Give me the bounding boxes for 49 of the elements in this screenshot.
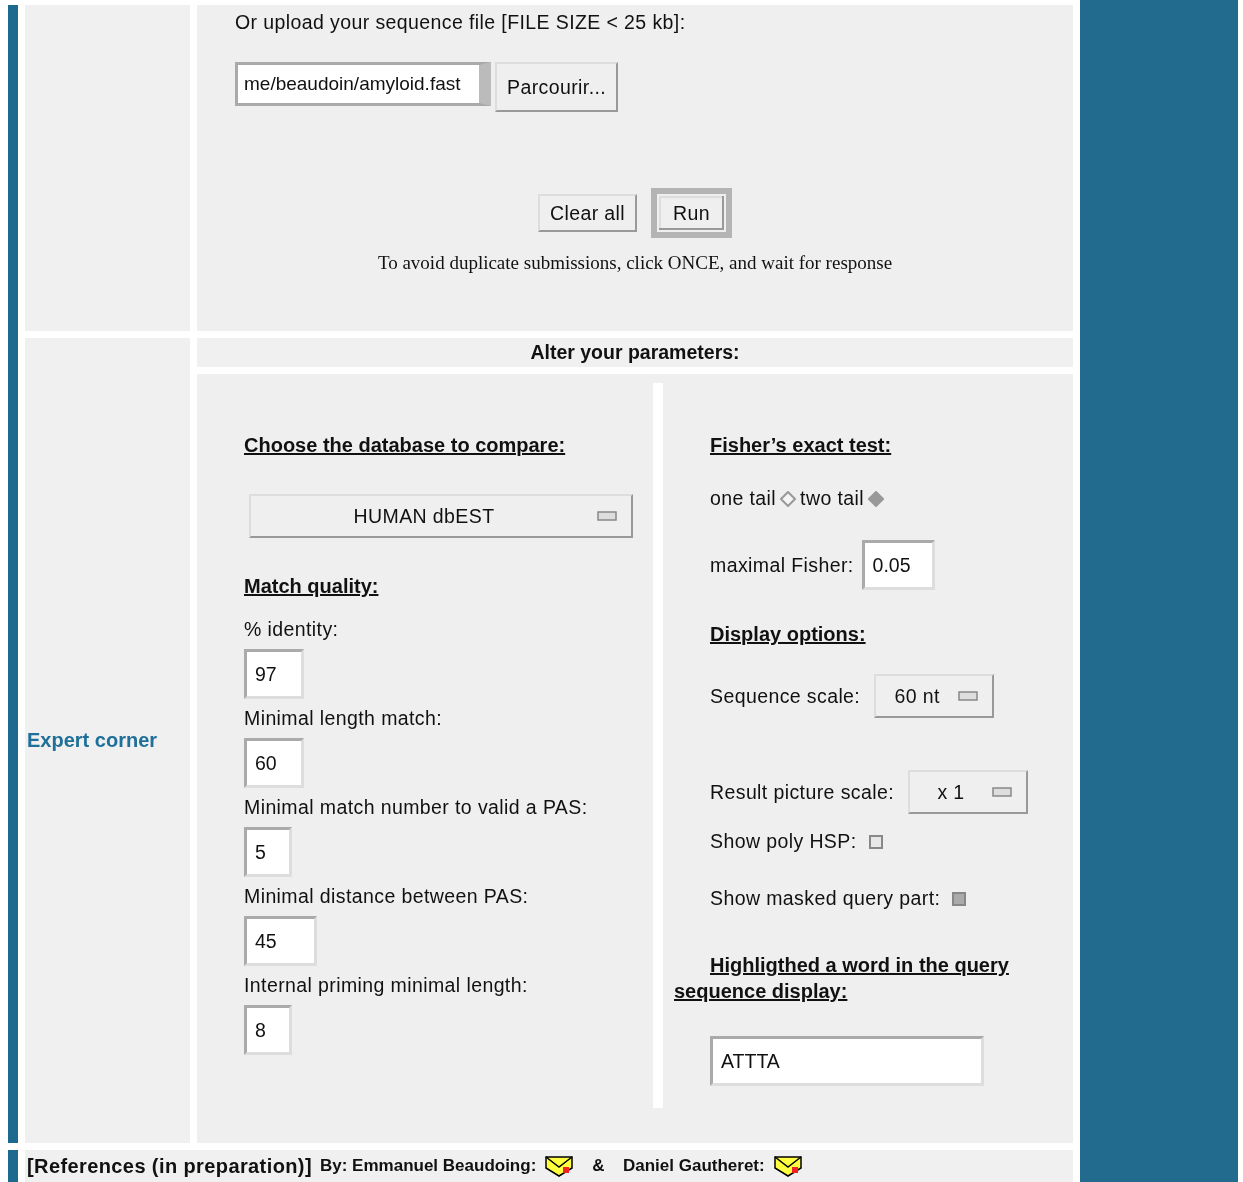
file-path-field[interactable]: me/beaudoin/amyloid.fast xyxy=(235,62,491,106)
author-name: Daniel Gautheret: xyxy=(623,1156,765,1176)
section-heading: Display options: xyxy=(710,623,866,646)
radio-button[interactable] xyxy=(868,490,884,507)
section-heading: Highligthed a word in the query sequence display: xyxy=(674,953,1010,1004)
action-button[interactable]: Run xyxy=(651,188,733,238)
word-field[interactable]: ATTTA xyxy=(710,1036,984,1086)
field-label: Minimal distance between PAS: xyxy=(244,885,529,908)
database-select[interactable]: HUMAN dbEST xyxy=(249,494,633,538)
number-field[interactable]: 8 xyxy=(244,1005,292,1055)
section-heading: Choose the database to compare: xyxy=(244,434,566,457)
author-name: By: Emmanuel Beaudoing: xyxy=(320,1156,537,1176)
dropdown-indicator-icon xyxy=(958,691,979,701)
side-stripe xyxy=(8,1150,18,1182)
number-field[interactable]: 0.05 xyxy=(861,540,935,590)
number-field[interactable]: 97 xyxy=(244,649,304,699)
field-label: Minimal match number to valid a PAS: xyxy=(244,796,588,819)
field-label: % identity: xyxy=(244,618,339,641)
number-field[interactable]: 45 xyxy=(244,916,317,966)
radio-label: one tail xyxy=(710,487,777,510)
action-button[interactable]: Clear all xyxy=(537,194,638,232)
checkbox-label: Show masked query part: xyxy=(710,887,941,910)
sidebar-label: Expert corner xyxy=(27,729,158,752)
field-label: Internal priming minimal length: xyxy=(244,974,528,997)
radio-button[interactable] xyxy=(780,490,797,507)
checkbox-label: Show poly HSP: xyxy=(710,830,857,853)
field-label: Sequence scale: xyxy=(710,684,861,708)
scale-select[interactable]: 60 nt xyxy=(874,674,995,718)
section-title: Alter your parameters: xyxy=(530,341,740,364)
section-heading: Fisher’s exact test: xyxy=(710,434,892,457)
dropdown-indicator-icon xyxy=(992,787,1012,797)
references-text: [References (in preparation)] xyxy=(27,1154,312,1178)
field-label: Result picture scale: xyxy=(710,780,894,804)
number-field[interactable]: 5 xyxy=(244,827,292,877)
ampersand-text: & xyxy=(592,1156,605,1176)
field-label: Minimal length match: xyxy=(244,707,443,730)
scale-select[interactable]: x 1 xyxy=(908,770,1028,814)
submission-note: To avoid duplicate submissions, click ONCE, and wait for response xyxy=(376,252,894,274)
number-field[interactable]: 60 xyxy=(244,738,304,788)
checkbox[interactable] xyxy=(952,891,967,906)
radio-label: two tail xyxy=(800,487,864,510)
dropdown-indicator-icon xyxy=(597,511,617,521)
browse-button[interactable]: Parcourir... xyxy=(495,62,619,112)
upload-label: Or upload your sequence file [FILE SIZE < 25 kb]: xyxy=(235,11,687,34)
section-heading: Match quality: xyxy=(244,575,379,598)
checkbox[interactable] xyxy=(868,834,883,849)
mail-icon[interactable] xyxy=(772,1154,803,1178)
mail-icon[interactable] xyxy=(544,1154,575,1178)
field-label: maximal Fisher: xyxy=(710,553,854,577)
